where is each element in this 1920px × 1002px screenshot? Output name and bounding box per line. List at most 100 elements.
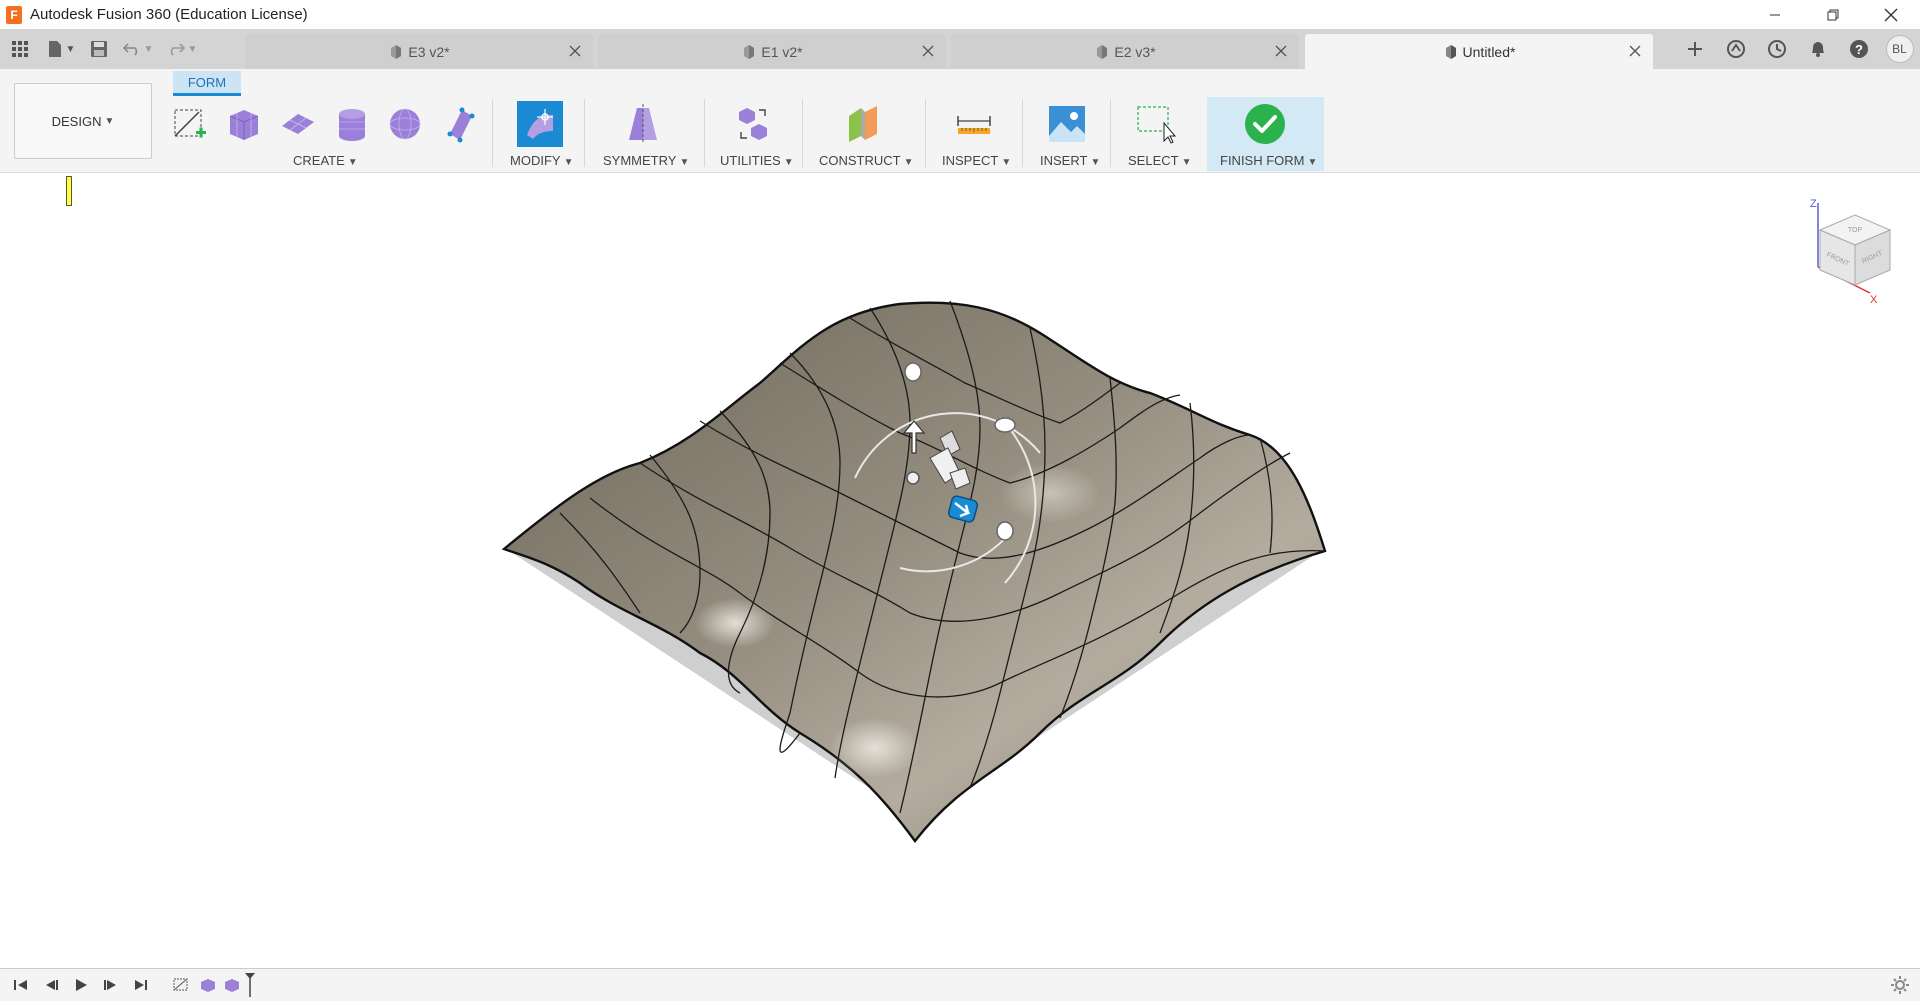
fusion-logo-icon: F [6, 5, 22, 24]
help-icon: ? [1849, 40, 1868, 58]
timeline-sketch-feature[interactable] [166, 970, 196, 1000]
close-icon[interactable] [567, 43, 583, 59]
insert-menu[interactable]: INSERT ▼ [1040, 153, 1100, 168]
save-button[interactable] [82, 29, 116, 69]
utilities-menu[interactable]: UTILITIES ▼ [720, 153, 794, 168]
undo-icon [122, 43, 137, 56]
symmetry-menu[interactable]: SYMMETRY ▼ [603, 153, 689, 168]
tab-e3[interactable]: E3 v2* [245, 34, 593, 69]
viewcube[interactable]: Z X TOP FRONT RIGHT [1800, 195, 1900, 310]
chevron-down-icon: ▼ [563, 157, 574, 168]
convert-icon [739, 108, 767, 140]
measure-button[interactable] [951, 101, 997, 147]
sphere-icon [389, 108, 421, 140]
viewcube-top-label: TOP [1848, 227, 1863, 234]
user-account-button[interactable]: BL [1879, 29, 1920, 69]
step-back-icon [46, 980, 58, 990]
select-button[interactable] [1132, 101, 1178, 147]
notifications-button[interactable] [1797, 29, 1838, 69]
text-cursor-indicator [66, 176, 72, 206]
timeline-marker-icon [245, 973, 255, 997]
tab-label: E3 v2* [408, 43, 450, 60]
sketch-feature-icon [173, 978, 188, 991]
timeline [0, 968, 1920, 1001]
edit-form-button[interactable] [517, 101, 563, 147]
close-icon[interactable] [1273, 43, 1289, 59]
workspace-switcher[interactable]: DESIGN ▼ [14, 83, 152, 159]
timeline-prev-button[interactable] [36, 970, 66, 1000]
edit-form-icon [517, 101, 563, 147]
help-button[interactable]: ? [1838, 29, 1879, 69]
window-title: Autodesk Fusion 360 (Education License) [30, 6, 308, 23]
chevron-down-icon: ▼ [1001, 157, 1012, 168]
component-icon [1445, 44, 1456, 59]
close-icon[interactable] [1627, 43, 1643, 59]
timeline-play-button[interactable] [66, 970, 96, 1000]
timeline-first-button[interactable] [6, 970, 36, 1000]
extensions-icon [1726, 40, 1745, 58]
divider [704, 99, 705, 167]
chevron-down-icon: ▼ [1181, 157, 1192, 168]
new-tab-button[interactable] [1674, 29, 1715, 69]
timeline-form-feature[interactable] [196, 970, 220, 1000]
inspect-menu[interactable]: INSPECT ▼ [942, 153, 1011, 168]
data-panel-button[interactable] [0, 29, 40, 69]
create-sketch-button[interactable] [166, 101, 212, 147]
timeline-next-button[interactable] [96, 970, 126, 1000]
chevron-down-icon: ▼ [1090, 157, 1101, 168]
timeline-settings-button[interactable] [1890, 975, 1910, 1000]
box-icon [229, 110, 259, 140]
title-bar: F Autodesk Fusion 360 (Education License… [0, 0, 1920, 29]
insert-canvas-button[interactable] [1044, 101, 1090, 147]
timeline-marker[interactable] [244, 973, 255, 997]
face-icon [447, 107, 475, 143]
ribbon-toolbar: DESIGN ▼ FORM CREATE ▼ MODIFY ▼ SYMMETRY ▼ … [0, 69, 1920, 173]
divider [925, 99, 926, 167]
minimize-button[interactable] [1746, 0, 1804, 29]
tab-e1[interactable]: E1 v2* [598, 34, 946, 69]
finish-form-menu[interactable]: FINISH FORM ▼ [1220, 153, 1317, 168]
surface-highlight [695, 598, 775, 648]
redo-button[interactable]: ▼ [160, 29, 204, 69]
restore-button[interactable] [1804, 0, 1862, 29]
extensions-button[interactable] [1715, 29, 1756, 69]
tab-label: E1 v2* [761, 43, 803, 60]
file-menu-button[interactable]: ▼ [40, 29, 82, 69]
construct-label: CONSTRUCT [819, 153, 901, 168]
box-button[interactable] [221, 101, 267, 147]
tab-form[interactable]: FORM [173, 71, 241, 96]
job-status-button[interactable] [1756, 29, 1797, 69]
restore-icon [1827, 9, 1839, 20]
canvas-viewport[interactable]: Z X TOP FRONT RIGHT [0, 173, 1920, 968]
chevron-down-icon: ▼ [65, 43, 76, 55]
tsurface-model[interactable] [0, 173, 1920, 968]
plane-button[interactable] [275, 101, 321, 147]
symmetry-button[interactable] [620, 101, 666, 147]
close-icon[interactable] [920, 43, 936, 59]
utilities-label: UTILITIES [720, 153, 781, 168]
timeline-last-button[interactable] [126, 970, 156, 1000]
skip-start-icon [14, 980, 27, 990]
construct-menu[interactable]: CONSTRUCT ▼ [819, 153, 914, 168]
tab-untitled[interactable]: Untitled* [1305, 34, 1653, 69]
document-tab-bar: ▼ ▼ ▼ E3 v2* E1 v2* E2 v3* Untitled* ? B… [0, 29, 1920, 69]
axis-x-label: X [1870, 294, 1878, 305]
timeline-form-feature[interactable] [220, 970, 244, 1000]
save-icon [91, 41, 107, 57]
finish-form-button[interactable] [1242, 101, 1288, 147]
modify-menu[interactable]: MODIFY ▼ [510, 153, 573, 168]
cylinder-button[interactable] [329, 101, 375, 147]
divider [584, 99, 585, 167]
utilities-button[interactable] [730, 101, 776, 147]
sphere-button[interactable] [382, 101, 428, 147]
measure-icon [957, 116, 991, 134]
close-window-button[interactable] [1862, 0, 1920, 29]
quadball-button[interactable] [437, 101, 483, 147]
select-menu[interactable]: SELECT ▼ [1128, 153, 1191, 168]
create-menu[interactable]: CREATE ▼ [293, 153, 358, 168]
construct-button[interactable] [840, 101, 886, 147]
tab-e2[interactable]: E2 v3* [951, 34, 1299, 69]
file-icon [48, 41, 61, 57]
symmetry-label: SYMMETRY [603, 153, 677, 168]
undo-button[interactable]: ▼ [116, 29, 160, 69]
